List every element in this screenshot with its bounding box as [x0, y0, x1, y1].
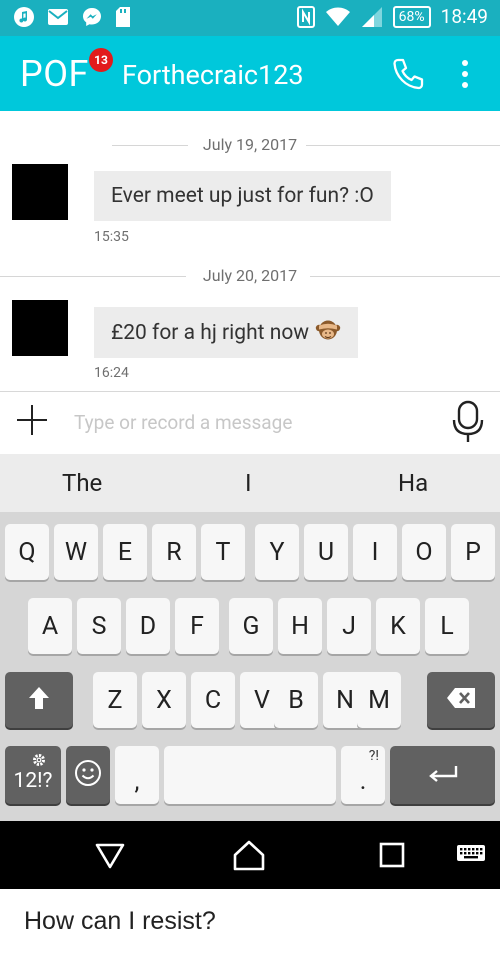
key-m[interactable]: M	[357, 672, 401, 728]
keyboard: The I Ha Q W E R T Y U I O P A S D F G H…	[0, 454, 500, 821]
key-l[interactable]: L	[425, 598, 469, 654]
key-i[interactable]: I	[353, 524, 397, 580]
music-note-icon	[14, 7, 34, 27]
more-vert-icon[interactable]	[455, 54, 475, 94]
key-q[interactable]: Q	[5, 524, 49, 580]
home-icon[interactable]	[232, 839, 265, 871]
comma-key[interactable]: ,	[115, 746, 159, 804]
key-o[interactable]: O	[402, 524, 446, 580]
conversation-title[interactable]: Forthecraic123	[122, 59, 304, 91]
period-label: .	[359, 767, 367, 796]
nfc-icon	[296, 5, 315, 28]
phone-icon[interactable]	[388, 54, 428, 94]
clock: 18:49	[440, 5, 488, 28]
key-r[interactable]: R	[152, 524, 196, 580]
emoji-icon	[74, 759, 102, 792]
key-e[interactable]: E	[103, 524, 147, 580]
message-bubble[interactable]: Ever meet up just for fun? :O	[94, 171, 391, 221]
suggestion[interactable]: Ha	[398, 469, 428, 497]
key-w[interactable]: W	[54, 524, 98, 580]
message-time: 16:24	[94, 365, 129, 381]
period-key[interactable]: ?! .	[341, 746, 385, 804]
key-j[interactable]: J	[327, 598, 371, 654]
period-alt-label: ?!	[368, 748, 379, 764]
enter-key[interactable]	[390, 746, 495, 804]
date-separator: July 20, 2017	[0, 264, 500, 288]
key-d[interactable]: D	[126, 598, 170, 654]
notification-badge: 13	[89, 48, 113, 72]
message-composer	[0, 391, 500, 454]
key-h[interactable]: H	[278, 598, 322, 654]
key-a[interactable]: A	[28, 598, 72, 654]
enter-icon	[427, 763, 459, 788]
emoji-key[interactable]	[66, 746, 110, 804]
see-no-evil-monkey-icon	[315, 319, 341, 341]
sd-card-icon	[116, 7, 130, 27]
date-separator: July 19, 2017	[0, 133, 500, 157]
key-c[interactable]: C	[191, 672, 235, 728]
signal-icon	[361, 6, 383, 28]
message-list[interactable]: July 19, 2017 Ever meet up just for fun?…	[0, 111, 500, 391]
key-p[interactable]: P	[451, 524, 495, 580]
key-y[interactable]: Y	[255, 524, 299, 580]
symbols-key[interactable]: 12!?	[5, 746, 61, 804]
shift-icon	[28, 686, 50, 715]
key-t[interactable]: T	[201, 524, 245, 580]
pof-logo[interactable]: POF	[20, 54, 89, 94]
space-bar[interactable]	[164, 746, 336, 804]
avatar[interactable]	[12, 300, 68, 356]
app-bar: POF 13 Forthecraic123	[0, 36, 500, 111]
key-g[interactable]: G	[229, 598, 273, 654]
wifi-icon	[325, 6, 351, 28]
message-text: £20 for a hj right now	[111, 321, 310, 345]
key-x[interactable]: X	[142, 672, 186, 728]
keyboard-icon[interactable]	[456, 839, 486, 871]
back-icon[interactable]	[94, 839, 126, 871]
backspace-icon	[446, 687, 476, 714]
date-label: July 19, 2017	[202, 135, 298, 154]
key-b[interactable]: B	[274, 672, 318, 728]
message-input[interactable]	[74, 406, 414, 438]
messenger-icon	[82, 7, 102, 27]
date-label: July 20, 2017	[202, 266, 298, 285]
recents-icon[interactable]	[376, 839, 408, 871]
suggestion[interactable]: I	[245, 469, 252, 497]
microphone-icon[interactable]	[450, 400, 486, 444]
key-s[interactable]: S	[77, 598, 121, 654]
key-z[interactable]: Z	[93, 672, 137, 728]
settings-icon	[32, 751, 46, 772]
backspace-key[interactable]	[427, 672, 495, 728]
message-time: 15:35	[94, 229, 129, 245]
navigation-bar	[0, 821, 500, 889]
key-k[interactable]: K	[376, 598, 420, 654]
battery-indicator: 68%	[392, 5, 431, 28]
key-f[interactable]: F	[175, 598, 219, 654]
status-bar: 68% 18:49	[0, 0, 500, 36]
gmail-icon	[48, 9, 68, 25]
symbols-label: 12!?	[13, 769, 53, 793]
message-bubble[interactable]: £20 for a hj right now	[94, 307, 359, 358]
meme-caption: How can I resist?	[24, 907, 216, 935]
message-text: Ever meet up just for fun? :O	[111, 184, 374, 208]
suggestion-bar: The I Ha	[0, 454, 500, 512]
avatar[interactable]	[12, 164, 68, 220]
shift-key[interactable]	[5, 672, 73, 728]
key-u[interactable]: U	[304, 524, 348, 580]
suggestion[interactable]: The	[62, 469, 102, 497]
plus-icon[interactable]	[14, 402, 50, 438]
